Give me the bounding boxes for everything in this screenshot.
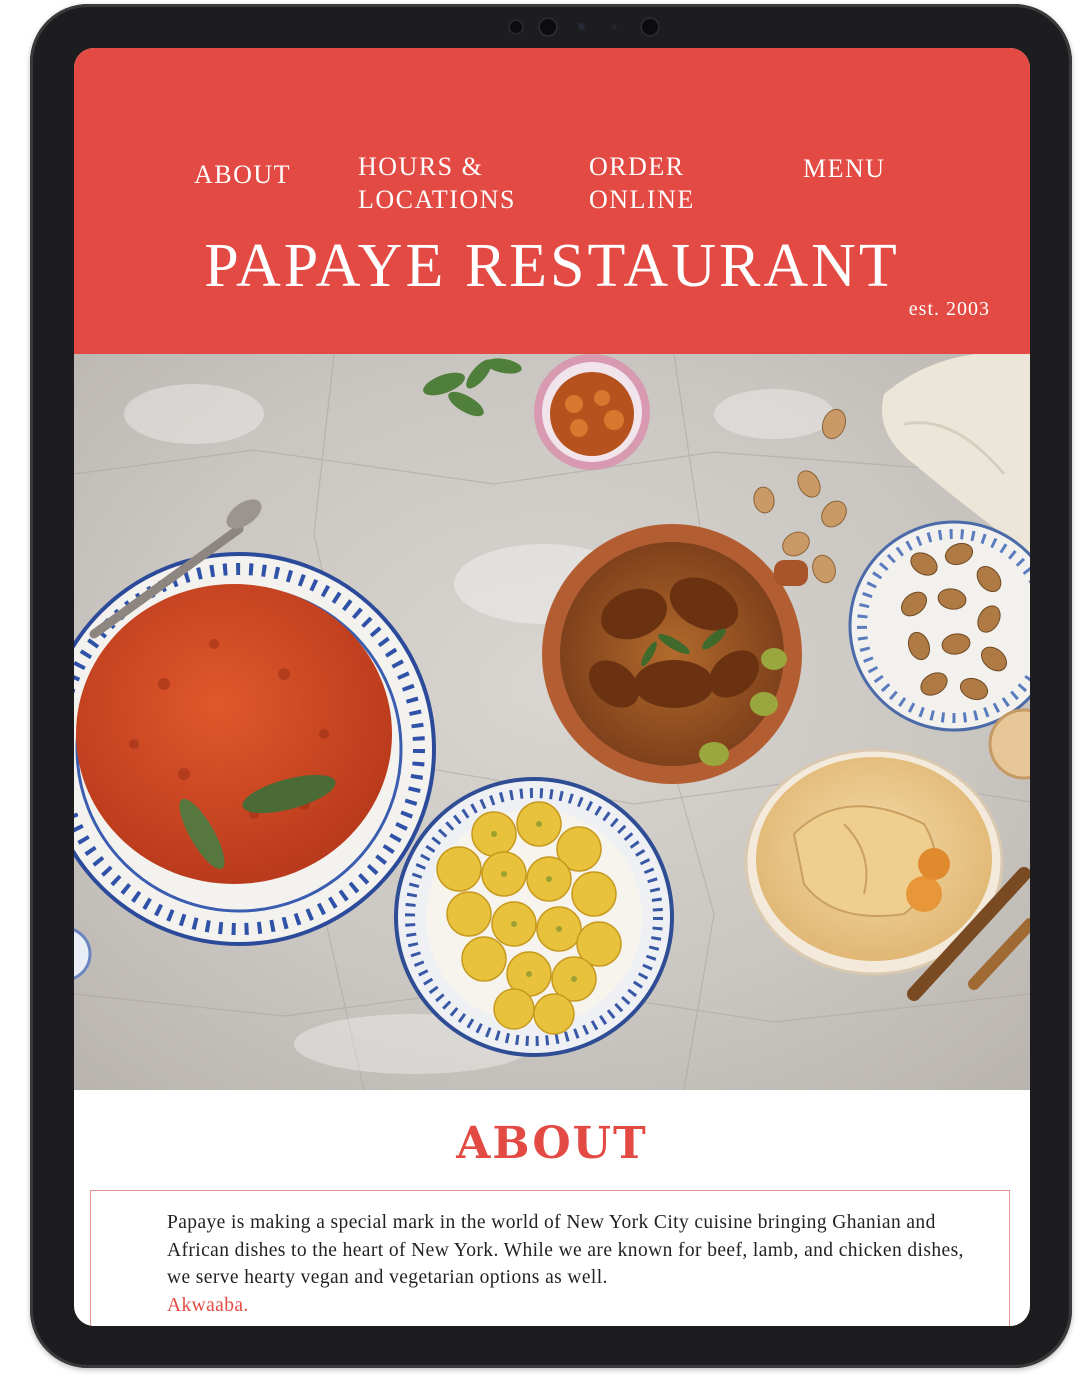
established-year: est. 2003 (908, 298, 990, 320)
sensor-icon (612, 24, 617, 29)
about-description: Papaye is making a special mark in the w… (167, 1209, 987, 1319)
nav-about[interactable]: ABOUT (194, 158, 291, 191)
nav-order-online[interactable]: ORDER ONLINE (589, 150, 695, 216)
screen: ABOUT HOURS & LOCATIONS ORDER ONLINE MEN… (74, 48, 1030, 1326)
sensor-icon (578, 23, 585, 30)
hero-food-image (74, 354, 1030, 1090)
about-greeting: Akwaaba. (167, 1294, 249, 1316)
camera-icon (508, 19, 524, 35)
about-box: Papaye is making a special mark in the w… (90, 1190, 1010, 1326)
site-header: ABOUT HOURS & LOCATIONS ORDER ONLINE MEN… (74, 48, 1030, 354)
camera-bar (508, 16, 668, 38)
nav-hours-locations[interactable]: HOURS & LOCATIONS (358, 150, 516, 216)
camera-icon (640, 17, 660, 37)
about-heading: ABOUT (456, 1118, 648, 1169)
camera-icon (538, 17, 558, 37)
restaurant-name: PAPAYE RESTAURANT (204, 232, 900, 300)
about-body: Papaye is making a special mark in the w… (167, 1212, 964, 1288)
nav-menu[interactable]: MENU (803, 152, 886, 185)
